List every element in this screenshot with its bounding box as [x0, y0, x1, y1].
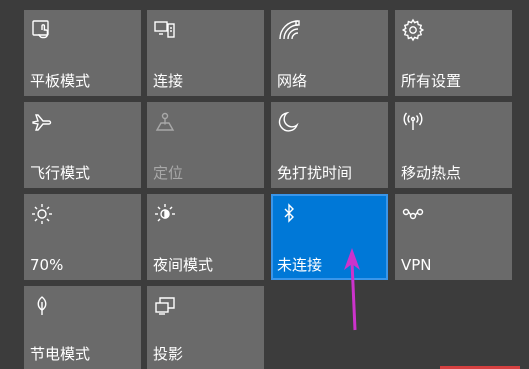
brightness-icon [30, 202, 54, 226]
tile-location[interactable]: 定位 [147, 102, 264, 188]
location-icon [153, 110, 177, 134]
battery-saver-icon [30, 294, 54, 318]
action-center-quick-actions: 平板模式 连接 网络 所有设置 飞行模式 定位 免打扰时间 移动热点 70% 夜… [0, 0, 529, 369]
tile-label: 投影 [153, 345, 184, 363]
tile-label: 节电模式 [30, 345, 91, 363]
tile-label: 未连接 [277, 256, 323, 274]
tile-label: 免打扰时间 [277, 164, 353, 182]
tile-label: 夜间模式 [153, 256, 214, 274]
tile-night-light[interactable]: 夜间模式 [147, 194, 264, 280]
tile-tablet-mode[interactable]: 平板模式 [24, 10, 141, 96]
cast-icon [153, 18, 177, 42]
tile-all-settings[interactable]: 所有设置 [395, 10, 512, 96]
tile-network[interactable]: 网络 [271, 10, 388, 96]
tile-brightness[interactable]: 70% [24, 194, 141, 280]
tile-label: 网络 [277, 72, 308, 90]
night-light-icon [153, 202, 177, 226]
hotspot-icon [401, 110, 425, 134]
tile-label: 平板模式 [30, 72, 91, 90]
tile-vpn[interactable]: VPN [395, 194, 512, 280]
bluetooth-icon [277, 202, 301, 226]
tablet-icon [30, 18, 54, 42]
tile-connect[interactable]: 连接 [147, 10, 264, 96]
tile-label: 定位 [153, 164, 184, 182]
tile-mobile-hotspot[interactable]: 移动热点 [395, 102, 512, 188]
tile-project[interactable]: 投影 [147, 286, 264, 369]
tile-battery-saver[interactable]: 节电模式 [24, 286, 141, 369]
tile-focus-assist[interactable]: 免打扰时间 [271, 102, 388, 188]
tile-airplane-mode[interactable]: 飞行模式 [24, 102, 141, 188]
project-icon [153, 294, 177, 318]
tile-label: 连接 [153, 72, 184, 90]
airplane-icon [30, 110, 54, 134]
vpn-icon [401, 202, 425, 226]
tile-label: 所有设置 [401, 72, 462, 90]
tile-label: 飞行模式 [30, 164, 91, 182]
moon-icon [277, 110, 301, 134]
tile-label: VPN [401, 256, 432, 274]
tile-label: 70% [30, 256, 64, 274]
gear-icon [401, 18, 425, 42]
tile-label: 移动热点 [401, 164, 462, 182]
tile-bluetooth[interactable]: 未连接 [271, 194, 388, 280]
wifi-icon [277, 18, 301, 42]
